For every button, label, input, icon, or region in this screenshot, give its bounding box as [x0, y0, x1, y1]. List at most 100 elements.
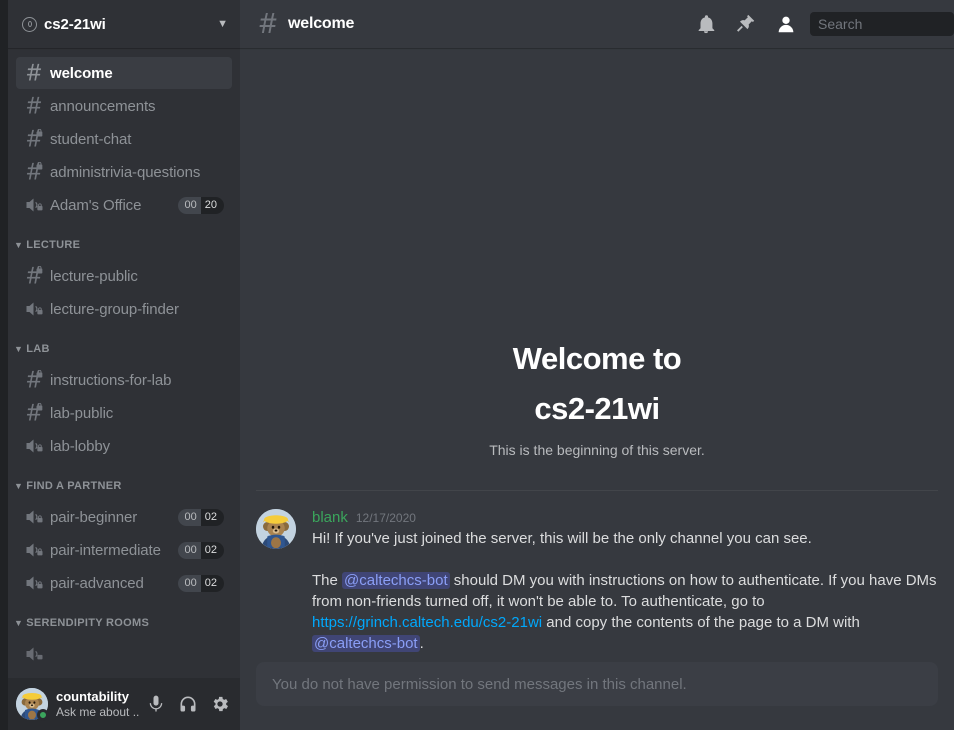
- voice-current-count: 00: [178, 197, 201, 214]
- category-serendipity-rooms[interactable]: ▼ SERENDIPITY ROOMS: [8, 609, 240, 637]
- channel-label: lab-public: [50, 405, 224, 422]
- text-fragment: and copy the contents of the page to a D…: [542, 614, 860, 631]
- category-label: FIND A PARTNER: [26, 480, 121, 492]
- hash-icon: [24, 63, 44, 83]
- mention-caltechcs-bot[interactable]: @caltechcs-bot: [312, 635, 420, 652]
- hash-locked-icon: [24, 129, 44, 149]
- channel-label: student-chat: [50, 131, 224, 148]
- speaker-locked-icon: [24, 436, 44, 456]
- welcome-title-line1: Welcome to: [256, 340, 938, 378]
- channel-item-student-chat[interactable]: student-chat: [16, 123, 232, 155]
- hash-locked-icon: [24, 162, 44, 182]
- channel-label: announcements: [50, 98, 224, 115]
- channel-label: lecture-group-finder: [50, 301, 224, 318]
- speaker-locked-icon: [24, 299, 44, 319]
- server-name: cs2-21wi: [44, 16, 217, 33]
- message-body: blank 12/17/2020 Hi! If you've just join…: [312, 509, 938, 654]
- pin-icon[interactable]: [726, 4, 766, 44]
- message-header: blank 12/17/2020: [312, 509, 938, 526]
- bell-icon[interactable]: [686, 4, 726, 44]
- speaker-locked-icon: [24, 573, 44, 593]
- channel-label: welcome: [50, 65, 224, 82]
- speaker-locked-icon: [24, 507, 44, 527]
- chevron-down-icon: ▼: [14, 618, 23, 628]
- message-input-disabled: You do not have permission to send messa…: [256, 662, 938, 706]
- channel-label: administrivia-questions: [50, 164, 224, 181]
- gear-icon[interactable]: [204, 688, 236, 720]
- channel-item-announcements[interactable]: announcements: [16, 90, 232, 122]
- category-lab[interactable]: ▼ LAB: [8, 335, 240, 363]
- channel-item-welcome[interactable]: welcome: [16, 57, 232, 89]
- message-blank-line: [312, 549, 938, 570]
- voice-max-count: 02: [201, 509, 224, 526]
- avatar[interactable]: [16, 688, 48, 720]
- voice-limit-badge: 0002: [178, 509, 225, 526]
- mention-caltechcs-bot[interactable]: @caltechcs-bot: [342, 572, 450, 589]
- message-composer: You do not have permission to send messa…: [240, 662, 954, 730]
- members-icon[interactable]: [766, 4, 806, 44]
- category-label: SERENDIPITY ROOMS: [26, 617, 149, 629]
- voice-current-count: 00: [178, 509, 201, 526]
- welcome-subtitle: This is the beginning of this server.: [256, 442, 938, 458]
- message-timestamp: 12/17/2020: [356, 511, 416, 525]
- server-welcome-block: Welcome to cs2-21wi This is the beginnin…: [240, 328, 954, 466]
- channel-item-pair-beginner[interactable]: pair-beginner 0002: [16, 501, 232, 533]
- channel-label: pair-beginner: [50, 509, 178, 526]
- user-status-text: Ask me about ...: [56, 705, 140, 719]
- voice-max-count: 02: [201, 575, 224, 592]
- channel-label: Adam's Office: [50, 197, 178, 214]
- channel-label: lab-lobby: [50, 438, 224, 455]
- channel-sidebar: cs2-21wi ▼ welcome announcements: [8, 0, 240, 730]
- speaker-locked-icon: [24, 540, 44, 560]
- channel-item-pair-intermediate[interactable]: pair-intermediate 0002: [16, 534, 232, 566]
- chevron-down-icon[interactable]: ▼: [217, 18, 232, 30]
- category-find-a-partner[interactable]: ▼ FIND A PARTNER: [8, 472, 240, 500]
- page-title: welcome: [288, 15, 354, 33]
- text-fragment: The: [312, 572, 342, 589]
- link-grinch-caltech[interactable]: https://grinch.caltech.edu/cs2-21wi: [312, 614, 542, 631]
- hash-locked-icon: [24, 403, 44, 423]
- channel-label: pair-advanced: [50, 575, 178, 592]
- discord-app: cs2-21wi ▼ welcome announcements: [0, 0, 954, 730]
- voice-limit-badge: 0020: [178, 197, 225, 214]
- channel-list[interactable]: welcome announcements student-chat admin…: [8, 48, 240, 730]
- server-boost-icon: [22, 17, 37, 32]
- presence-indicator-online: [37, 709, 49, 721]
- channel-item-administrivia-questions[interactable]: administrivia-questions: [16, 156, 232, 188]
- message-paragraph-1: Hi! If you've just joined the server, th…: [312, 528, 938, 549]
- channel-item-instructions-for-lab[interactable]: instructions-for-lab: [16, 364, 232, 396]
- message-item: blank 12/17/2020 Hi! If you've just join…: [240, 491, 954, 654]
- channel-item-lab-lobby[interactable]: lab-lobby: [16, 430, 232, 462]
- message-author[interactable]: blank: [312, 509, 348, 526]
- channel-item-clipped[interactable]: [16, 638, 232, 670]
- search-input[interactable]: Search: [810, 12, 954, 36]
- voice-limit-badge: 0002: [178, 575, 225, 592]
- channel-item-lecture-group-finder[interactable]: lecture-group-finder: [16, 293, 232, 325]
- channel-topbar: welcome Search: [240, 0, 954, 48]
- channel-item-pair-advanced[interactable]: pair-advanced 0002: [16, 567, 232, 599]
- chevron-down-icon: ▼: [14, 240, 23, 250]
- channel-item-lab-public[interactable]: lab-public: [16, 397, 232, 429]
- category-label: LECTURE: [26, 239, 80, 251]
- category-label: LAB: [26, 343, 50, 355]
- server-header[interactable]: cs2-21wi ▼: [8, 0, 240, 48]
- hash-locked-icon: [24, 370, 44, 390]
- channel-label: instructions-for-lab: [50, 372, 224, 389]
- message-paragraph-2: The @caltechcs-bot should DM you with in…: [312, 570, 938, 654]
- user-name: countability: [56, 689, 140, 705]
- headphones-icon[interactable]: [172, 688, 204, 720]
- voice-max-count: 20: [201, 197, 224, 214]
- speaker-locked-icon: [24, 644, 44, 664]
- welcome-title-line2: cs2-21wi: [256, 390, 938, 428]
- channel-item-lecture-public[interactable]: lecture-public: [16, 260, 232, 292]
- voice-current-count: 00: [178, 575, 201, 592]
- avatar[interactable]: [256, 509, 296, 549]
- channel-label: pair-intermediate: [50, 542, 178, 559]
- microphone-icon[interactable]: [140, 688, 172, 720]
- channel-item-adams-office[interactable]: Adam's Office 0020: [16, 189, 232, 221]
- message-list[interactable]: Welcome to cs2-21wi This is the beginnin…: [240, 48, 954, 662]
- hash-icon: [256, 12, 280, 36]
- category-lecture[interactable]: ▼ LECTURE: [8, 231, 240, 259]
- server-rail: [0, 0, 8, 730]
- voice-current-count: 00: [178, 542, 201, 559]
